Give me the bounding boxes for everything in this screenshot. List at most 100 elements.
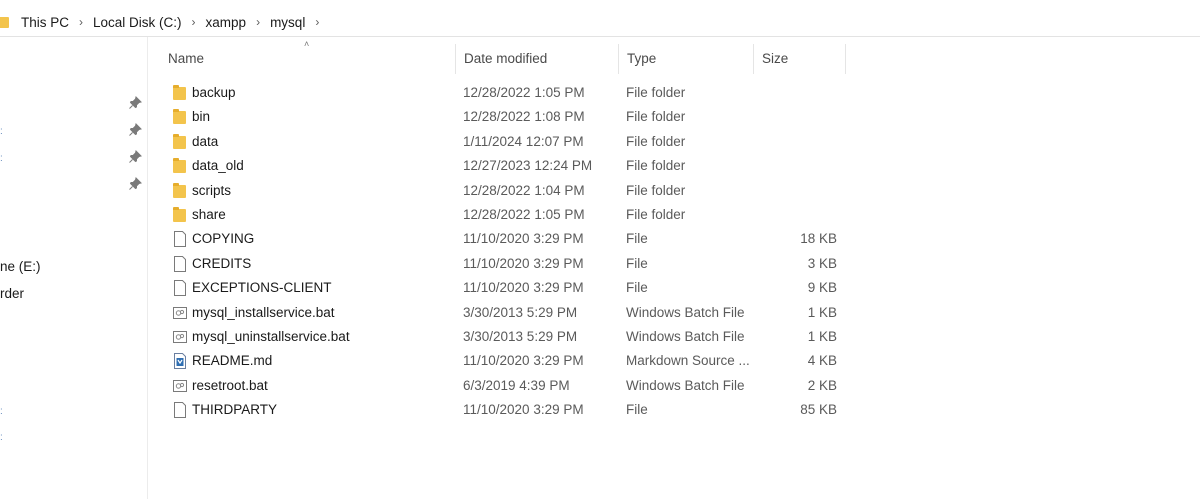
file-type: File bbox=[626, 280, 648, 296]
breadcrumb-chevron-icon[interactable]: › bbox=[71, 15, 91, 29]
column-header: ˄ Name Date modified Type Size bbox=[160, 39, 860, 74]
file-type: File bbox=[626, 402, 648, 418]
table-row[interactable]: README.md 11/10/2020 3:29 PM Markdown Sour… bbox=[160, 349, 860, 373]
file-date-modified: 11/10/2020 3:29 PM bbox=[463, 402, 584, 418]
file-date-modified: 12/28/2022 1:08 PM bbox=[463, 109, 585, 125]
file-type: Windows Batch File bbox=[626, 377, 745, 393]
file-type: File bbox=[626, 231, 648, 247]
column-size[interactable]: Size bbox=[754, 44, 846, 74]
file-type: File folder bbox=[626, 109, 686, 125]
table-row[interactable]: share 12/28/2022 1:05 PM File folder bbox=[160, 203, 860, 227]
file-date-modified: 3/30/2013 5:29 PM bbox=[463, 304, 578, 320]
file-date-modified: 12/27/2023 12:24 PM bbox=[463, 158, 593, 174]
file-type: File folder bbox=[626, 85, 686, 100]
file-name: COPYING bbox=[192, 231, 255, 247]
breadcrumb-this-pc[interactable]: This PC bbox=[19, 15, 71, 30]
file-size: 2 KB bbox=[807, 377, 837, 393]
file-type: File bbox=[626, 255, 648, 271]
pin-icon[interactable] bbox=[128, 96, 142, 110]
folder-icon bbox=[173, 158, 186, 174]
file-icon bbox=[174, 402, 186, 419]
file-size bbox=[760, 154, 837, 178]
breadcrumb-chevron-icon[interactable]: › bbox=[184, 15, 204, 29]
table-row[interactable]: mysql_uninstallservice.bat 3/30/2013 5:29… bbox=[160, 325, 860, 349]
file-type: Windows Batch File bbox=[626, 328, 745, 344]
file-size: 1 KB bbox=[807, 328, 837, 344]
file-date-modified: 6/3/2019 4:39 PM bbox=[463, 377, 570, 393]
folder-icon bbox=[173, 133, 186, 149]
column-date-modified[interactable]: Date modified bbox=[456, 44, 619, 74]
pin-icon[interactable] bbox=[128, 177, 142, 191]
table-row[interactable]: bin 12/28/2022 1:08 PM File folder bbox=[160, 105, 860, 129]
breadcrumb-local-disk[interactable]: Local Disk (C:) bbox=[91, 15, 184, 30]
nav-item-drive-e[interactable]: ne (E:) bbox=[0, 259, 41, 274]
file-date-modified: 1/11/2024 12:07 PM bbox=[463, 133, 584, 149]
batch-file-icon bbox=[173, 330, 187, 343]
folder-icon bbox=[173, 109, 186, 125]
file-name: scripts bbox=[192, 182, 232, 198]
folder-icon bbox=[173, 182, 186, 198]
file-name: THIRDPARTY bbox=[192, 402, 278, 418]
file-name: share bbox=[192, 206, 226, 222]
table-row[interactable]: scripts 12/28/2022 1:04 PM File folder bbox=[160, 179, 860, 203]
breadcrumb-mysql[interactable]: mysql bbox=[268, 15, 307, 30]
file-name: README.md bbox=[192, 353, 273, 369]
file-date-modified: 11/10/2020 3:29 PM bbox=[463, 280, 584, 296]
file-icon bbox=[174, 255, 186, 272]
file-size bbox=[760, 203, 837, 227]
breadcrumb-chevron-icon[interactable]: › bbox=[248, 15, 268, 29]
table-row[interactable]: EXCEPTIONS-CLIENT 11/10/2020 3:29 PM File 9… bbox=[160, 276, 860, 300]
file-date-modified: 3/30/2013 5:29 PM bbox=[463, 328, 578, 344]
nav-item-fragment-icon: : bbox=[0, 126, 3, 137]
table-row[interactable]: data 1/11/2024 12:07 PM File folder bbox=[160, 130, 860, 154]
file-name: CREDITS bbox=[192, 255, 252, 271]
table-row[interactable]: data_old 12/27/2023 12:24 PM File folder bbox=[160, 154, 860, 178]
file-name: data_old bbox=[192, 158, 244, 174]
table-row[interactable]: COPYING 11/10/2020 3:29 PM File 18 KB bbox=[160, 227, 860, 251]
file-size: 4 KB bbox=[807, 353, 837, 369]
file-icon bbox=[174, 231, 186, 248]
nav-item-fragment-icon: : bbox=[0, 432, 3, 443]
column-name[interactable]: Name bbox=[160, 44, 456, 74]
file-size bbox=[760, 130, 837, 154]
file-date-modified: 11/10/2020 3:29 PM bbox=[463, 353, 584, 369]
file-name: bin bbox=[192, 109, 211, 125]
file-date-modified: 12/28/2022 1:05 PM bbox=[463, 85, 585, 100]
address-bar[interactable]: This PC › Local Disk (C:) › xampp › mysq… bbox=[0, 8, 1200, 37]
batch-file-icon bbox=[173, 306, 187, 319]
file-date-modified: 11/10/2020 3:29 PM bbox=[463, 231, 584, 247]
pin-icon[interactable] bbox=[128, 150, 142, 164]
file-name: EXCEPTIONS-CLIENT bbox=[192, 280, 332, 296]
file-name: resetroot.bat bbox=[192, 377, 268, 393]
table-row[interactable]: CREDITS 11/10/2020 3:29 PM File 3 KB bbox=[160, 252, 860, 276]
table-row[interactable]: mysql_installservice.bat 3/30/2013 5:29 P… bbox=[160, 301, 860, 325]
file-type: Windows Batch File bbox=[626, 304, 745, 320]
file-size: 3 KB bbox=[807, 255, 837, 271]
file-type: File folder bbox=[626, 182, 686, 198]
file-type: File folder bbox=[626, 133, 686, 149]
file-size bbox=[760, 179, 837, 203]
column-type[interactable]: Type bbox=[619, 44, 754, 74]
file-size: 18 KB bbox=[800, 231, 837, 247]
file-size: 9 KB bbox=[807, 280, 837, 296]
table-row[interactable]: backup 12/28/2022 1:05 PM File folder bbox=[160, 81, 860, 105]
file-type: File folder bbox=[626, 158, 686, 174]
breadcrumb-chevron-icon[interactable]: › bbox=[307, 15, 327, 29]
file-date-modified: 12/28/2022 1:05 PM bbox=[463, 206, 585, 222]
file-size: 85 KB bbox=[800, 402, 837, 418]
file-name: data bbox=[192, 133, 219, 149]
table-row[interactable]: resetroot.bat 6/3/2019 4:39 PM Windows Bat… bbox=[160, 374, 860, 398]
nav-item-fragment-icon: : bbox=[0, 406, 3, 417]
breadcrumb-xampp[interactable]: xampp bbox=[204, 15, 249, 30]
nav-item-folder[interactable]: rder bbox=[0, 286, 24, 301]
folder-icon bbox=[173, 206, 186, 222]
batch-file-icon bbox=[173, 379, 187, 392]
table-row[interactable]: THIRDPARTY 11/10/2020 3:29 PM File 85 KB bbox=[160, 398, 860, 422]
file-type: Markdown Source ... bbox=[626, 353, 750, 369]
file-type: File folder bbox=[626, 206, 686, 222]
navigation-pane[interactable]: : : ne (E:) rder : : bbox=[0, 37, 148, 499]
file-list: backup 12/28/2022 1:05 PM File folder bin 12… bbox=[160, 81, 860, 422]
file-size bbox=[760, 81, 837, 105]
pin-icon[interactable] bbox=[128, 123, 142, 137]
file-date-modified: 11/10/2020 3:29 PM bbox=[463, 255, 584, 271]
